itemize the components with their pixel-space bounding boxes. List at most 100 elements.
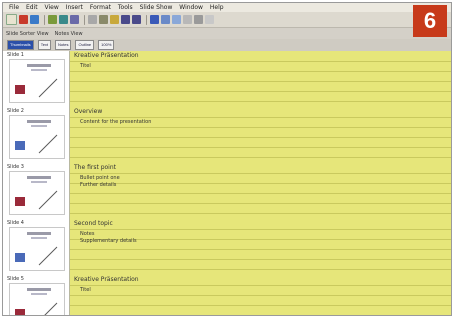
slide-number: Slide 4 [7,220,24,226]
ruled-line [70,203,451,204]
slide-title: Kreative Präsentation [74,276,139,283]
ruled-line [70,249,451,250]
ruled-line [70,229,451,230]
tab-outline[interactable]: Outline [75,40,95,50]
copy-icon[interactable] [99,15,108,24]
slide-row[interactable]: Slide 5 Kreative Präsentation Titel [3,275,451,315]
slide-notes-area[interactable]: Second topic Notes Supplementary details [70,219,451,275]
ruled-line [70,295,451,296]
slide-thumbnail-column: Slide 5 [3,275,70,315]
print-icon[interactable] [48,15,57,24]
preview-icon[interactable] [59,15,68,24]
ruled-line [70,137,451,138]
slide-title: The first point [74,164,116,171]
chart-icon[interactable] [150,15,159,24]
notes-view-label[interactable]: Notes View [55,31,83,37]
cut-icon[interactable] [88,15,97,24]
slide-title: Second topic [74,220,113,227]
toolbar-separator [84,14,85,25]
save-icon[interactable] [30,15,39,24]
view-toolbar: Slide Sorter View Notes View [3,28,451,39]
menu-slide-show[interactable]: Slide Show [140,4,173,11]
slide-thumbnail[interactable] [9,283,65,315]
ruled-line [70,117,451,118]
standard-toolbar [3,12,451,28]
slide-row[interactable]: Slide 4 Second topic Notes Supplementary de… [3,219,451,276]
ruled-line [70,269,451,270]
menu-window[interactable]: Window [179,4,203,11]
menu-edit[interactable]: Edit [26,4,38,11]
toolbar-separator [44,14,45,25]
slide-number: Slide 2 [7,108,24,114]
tab-text[interactable]: Text [37,40,52,50]
ruled-line [70,183,451,184]
slide-thumbnail[interactable] [9,59,65,103]
slide-bullet: Notes [80,231,95,237]
ruled-line [70,101,451,102]
slide-notes-area[interactable]: Overview Content for the presentation [70,107,451,163]
new-icon[interactable] [6,14,17,25]
menu-format[interactable]: Format [90,4,111,11]
ruled-line [70,91,451,92]
picture-icon[interactable] [172,15,181,24]
menu-file[interactable]: File [9,4,19,11]
ruled-line [70,305,451,306]
tab-thumbnails[interactable]: Thumbnails [7,40,34,50]
slide-row[interactable]: Slide 2 Overview Content for the presentat… [3,107,451,164]
outline-view: Slide 1 Kreative Präsentation Titel Slide 2… [3,51,451,315]
menu-help[interactable]: Help [210,4,224,11]
slide-thumbnail[interactable] [9,171,65,215]
zoom-select[interactable]: 100% [98,40,115,50]
undo-icon[interactable] [121,15,130,24]
slide-notes-area[interactable]: The first point Bullet point one Further d… [70,163,451,219]
ruled-line [70,259,451,260]
ruled-line [70,81,451,82]
slide-title: Kreative Präsentation [74,52,139,59]
slide-row[interactable]: Slide 3 The first point Bullet point one Fu… [3,163,451,220]
menu-bar: File Edit View Insert Format Tools Slide… [3,3,451,12]
redo-icon[interactable] [132,15,141,24]
slide-bullet: Titel [80,287,91,293]
ruled-line [70,193,451,194]
slide-bullet: Bullet point one [80,175,120,181]
slide-notes-area[interactable]: Kreative Präsentation Titel [70,51,451,107]
slide-bullet: Titel [80,63,91,69]
menu-view[interactable]: View [45,4,59,11]
ruled-line [70,157,451,158]
spellcheck-icon[interactable] [70,15,79,24]
zoom-icon[interactable] [194,15,203,24]
menu-tools[interactable]: Tools [118,4,133,11]
slide-notes-area[interactable]: Kreative Präsentation Titel [70,275,451,315]
slide-number: Slide 5 [7,276,24,282]
step-badge: 6 [413,5,447,37]
slide-thumbnail-column: Slide 1 [3,51,70,107]
slide-sorter-label[interactable]: Slide Sorter View [6,31,49,37]
slide-title: Overview [74,108,103,115]
slide-bullet: Supplementary details [80,238,137,244]
app-window: File Edit View Insert Format Tools Slide… [2,2,452,316]
slide-thumbnail-column: Slide 4 [3,219,70,275]
ruled-line [70,71,451,72]
toolbar-separator [146,14,147,25]
slide-number: Slide 1 [7,52,24,58]
ruled-line [70,147,451,148]
tab-notes[interactable]: Notes [55,40,72,50]
menu-insert[interactable]: Insert [66,4,83,11]
ruled-line [70,61,451,62]
ruled-line [70,127,451,128]
slide-row[interactable]: Slide 1 Kreative Präsentation Titel [3,51,451,108]
help-icon[interactable] [205,15,214,24]
slide-thumbnail[interactable] [9,115,65,159]
grid-icon[interactable] [183,15,192,24]
ruled-line [70,285,451,286]
open-icon[interactable] [19,15,28,24]
ruled-line [70,213,451,214]
paste-icon[interactable] [110,15,119,24]
slide-bullet: Further details [80,182,117,188]
slide-thumbnail-column: Slide 2 [3,107,70,163]
slide-bullet: Content for the presentation [80,119,152,125]
slide-number: Slide 3 [7,164,24,170]
table-icon[interactable] [161,15,170,24]
slide-thumbnail-column: Slide 3 [3,163,70,219]
slide-thumbnail[interactable] [9,227,65,271]
